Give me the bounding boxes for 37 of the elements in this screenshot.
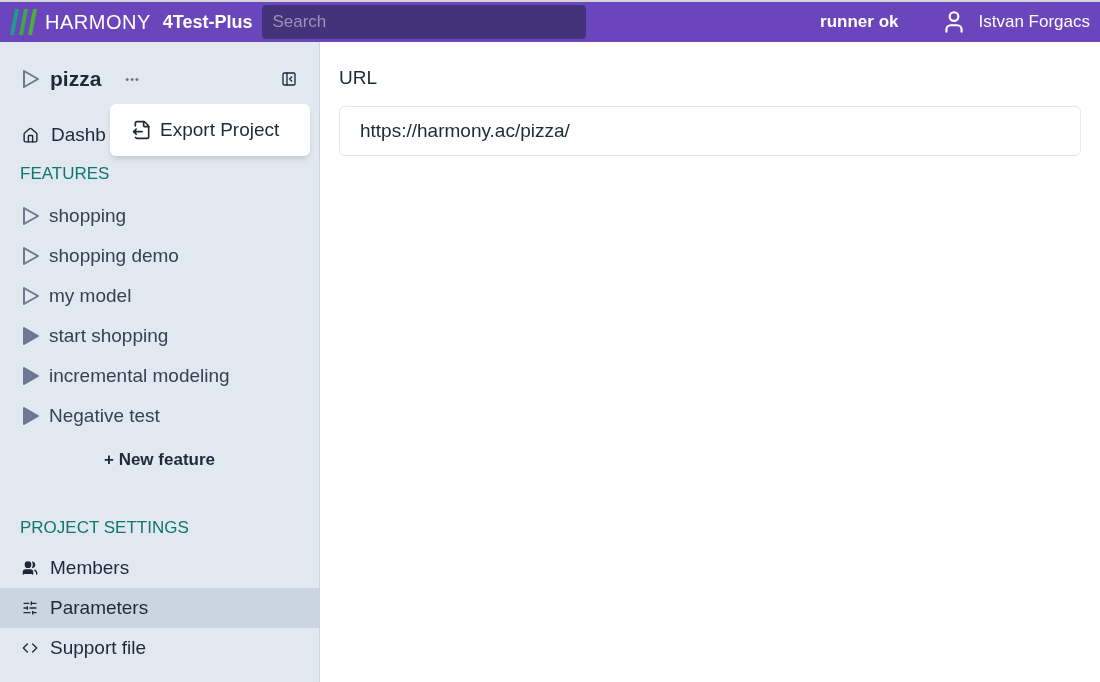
runner-status: runner ok [820,11,899,34]
brand-name: HARMONY [45,10,151,35]
sliders-icon [22,600,38,616]
feature-item[interactable]: shopping [0,196,319,236]
people-icon [22,560,38,576]
feature-item[interactable]: start shopping [0,316,319,356]
user-name[interactable]: Istvan Forgacs [978,9,1090,35]
field-label: URL [339,66,378,90]
play-icon [22,366,40,386]
feature-item[interactable]: Negative test [0,396,319,436]
new-feature-button[interactable]: + New feature [104,446,215,474]
feature-item[interactable]: shopping demo [0,236,319,276]
play-icon [22,406,40,426]
play-icon [22,69,40,89]
feature-item[interactable]: my model [0,276,319,316]
url-field[interactable]: https://harmony.ac/pizza/ [339,105,1081,156]
logo-icon [10,7,40,37]
play-icon [22,326,40,346]
menu-item[interactable]: Export Project [132,115,280,145]
section-heading: PROJECT SETTINGS [19,518,190,538]
dashboard-link[interactable]: Dashb [51,120,106,150]
more-button[interactable]: ••• [125,70,140,88]
product-name: 4Test-Plus [162,10,253,34]
project-name[interactable]: pizza [50,63,102,95]
feature-item[interactable]: incremental modeling [0,356,319,396]
settings-item[interactable]: Support file [0,628,319,668]
settings-item[interactable]: Members [0,548,319,588]
play-icon [22,206,40,226]
play-icon [22,246,40,266]
export-icon [132,120,152,140]
play-icon [22,286,40,306]
section-heading: FEATURES [19,164,111,184]
collapse-icon[interactable] [281,71,297,87]
settings-item[interactable]: Parameters [0,588,319,628]
home-icon [22,126,39,144]
code-icon [22,640,38,656]
search-field[interactable]: Search [262,5,587,39]
